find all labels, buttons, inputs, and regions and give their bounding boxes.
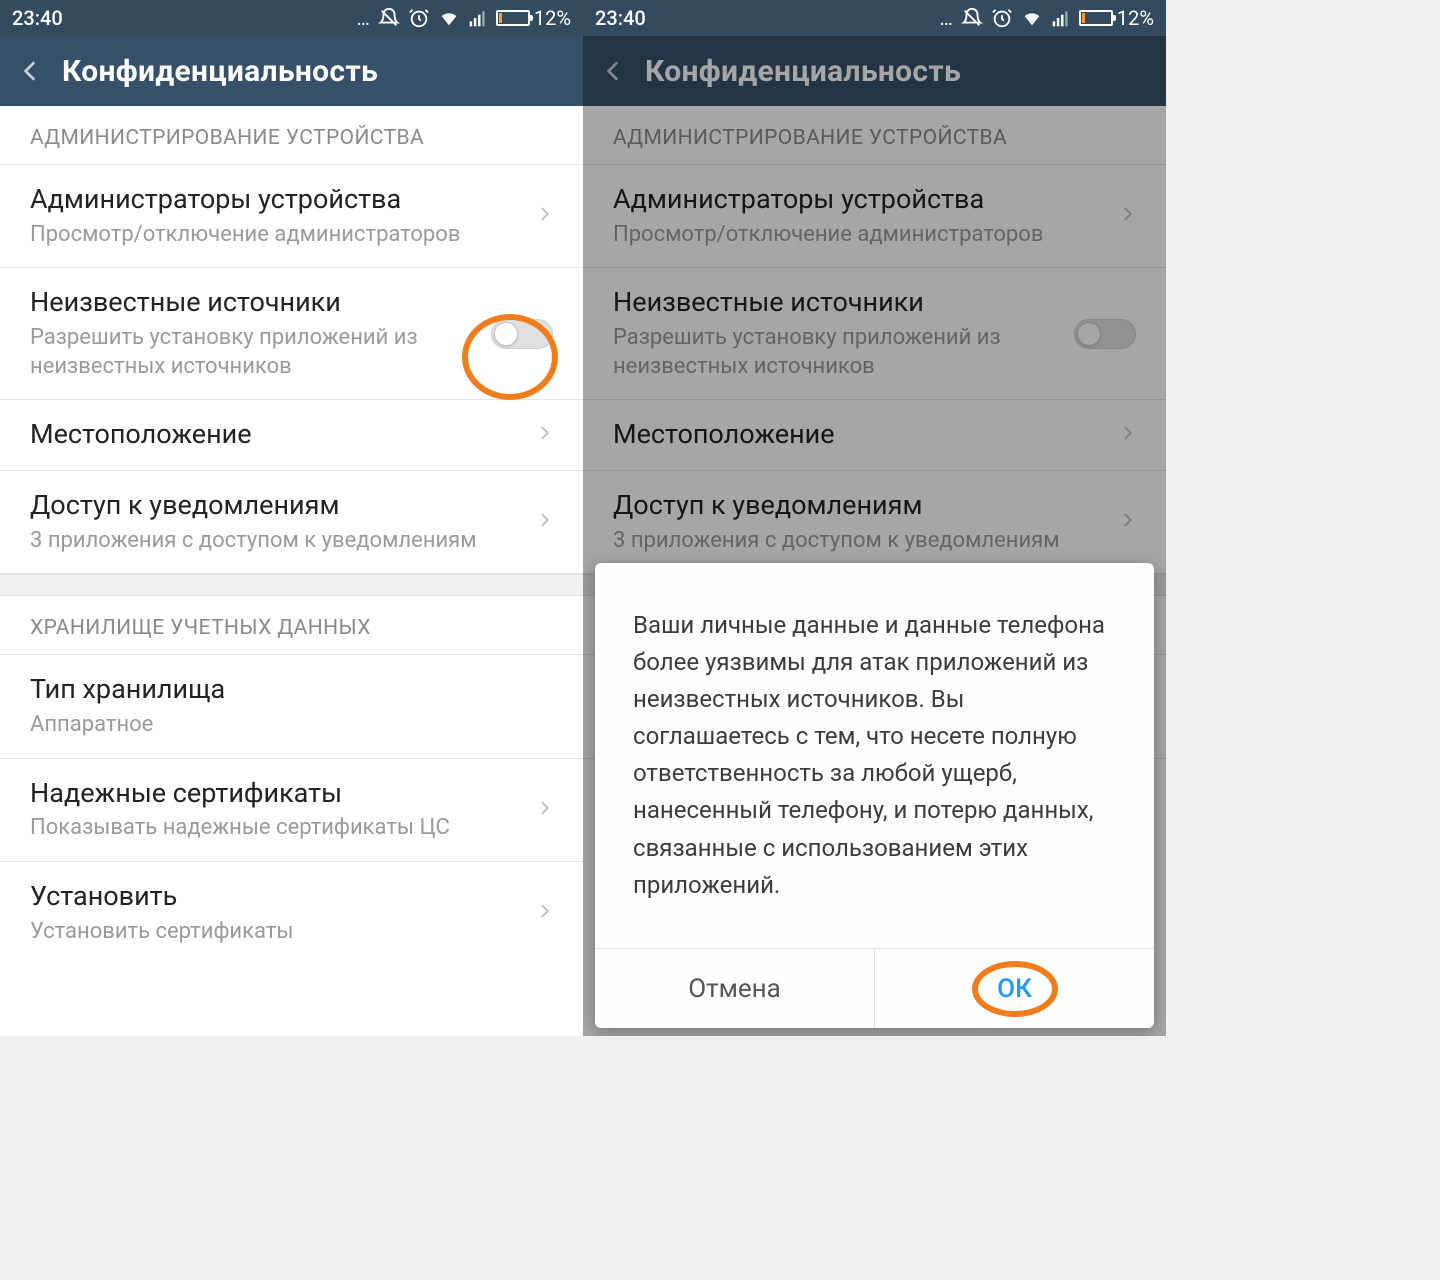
row-sub: Разрешить установку приложений из неизве… bbox=[30, 324, 477, 381]
battery: 12% bbox=[1079, 6, 1154, 30]
row-title: Неизвестные источники bbox=[30, 286, 477, 320]
screen-right: 23:40 … 12% Конфиденциальность АДМИНИСТР… bbox=[583, 0, 1166, 1036]
row-unknown-sources[interactable]: Неизвестные источники Разрешить установк… bbox=[0, 268, 583, 400]
dnd-icon bbox=[961, 7, 983, 29]
row-title: Установить bbox=[30, 880, 521, 914]
wifi-icon bbox=[1021, 7, 1043, 29]
battery-pct: 12% bbox=[1117, 6, 1154, 30]
page-title: Конфиденциальность bbox=[62, 54, 378, 89]
dialog-text: Ваши личные данные и данные телефона бол… bbox=[595, 563, 1154, 949]
signal-icon bbox=[468, 8, 488, 28]
row-notif-access[interactable]: Доступ к уведомлениям 3 приложения с дос… bbox=[0, 471, 583, 574]
chevron-right-icon bbox=[535, 794, 553, 826]
appbar: Конфиденциальность bbox=[0, 36, 583, 106]
row-sub: Установить сертификаты bbox=[30, 918, 521, 947]
status-icons: … 12% bbox=[356, 6, 571, 30]
alarm-icon bbox=[408, 7, 430, 29]
chevron-right-icon bbox=[535, 200, 553, 232]
signal-icon bbox=[1051, 8, 1071, 28]
ok-button[interactable]: ОК bbox=[874, 949, 1154, 1028]
alarm-icon bbox=[991, 7, 1013, 29]
row-install-certs[interactable]: Установить Установить сертификаты bbox=[0, 862, 583, 964]
statusbar: 23:40 … 12% bbox=[0, 0, 583, 36]
chevron-right-icon bbox=[535, 897, 553, 929]
screen-left: 23:40 … 12% Конфиденциальность АДМИНИСТР… bbox=[0, 0, 583, 1036]
wifi-icon bbox=[438, 7, 460, 29]
more-icon: … bbox=[356, 6, 369, 30]
status-time: 23:40 bbox=[595, 6, 646, 30]
row-sub: Просмотр/отключение администраторов bbox=[30, 221, 521, 250]
row-device-admins[interactable]: Администраторы устройства Просмотр/отклю… bbox=[0, 165, 583, 268]
status-icons: … 12% bbox=[939, 6, 1154, 30]
row-title: Доступ к уведомлениям bbox=[30, 489, 521, 523]
row-title: Местоположение bbox=[30, 418, 521, 452]
cancel-button[interactable]: Отмена bbox=[595, 949, 874, 1028]
row-storage-type[interactable]: Тип хранилища Аппаратное bbox=[0, 655, 583, 758]
row-sub: Показывать надежные сертификаты ЦС bbox=[30, 814, 521, 843]
section-header-admin: АДМИНИСТРИРОВАНИЕ УСТРОЙСТВА bbox=[0, 106, 583, 165]
chevron-right-icon bbox=[535, 506, 553, 538]
battery: 12% bbox=[496, 6, 571, 30]
row-title: Тип хранилища bbox=[30, 673, 553, 707]
back-icon[interactable] bbox=[18, 58, 44, 84]
more-icon: … bbox=[939, 6, 952, 30]
section-header-storage: ХРАНИЛИЩЕ УЧЕТНЫХ ДАННЫХ bbox=[0, 596, 583, 655]
battery-pct: 12% bbox=[534, 6, 571, 30]
row-sub: Аппаратное bbox=[30, 711, 553, 740]
dnd-icon bbox=[378, 7, 400, 29]
chevron-right-icon bbox=[535, 419, 553, 451]
row-title: Администраторы устройства bbox=[30, 183, 521, 217]
section-gap bbox=[0, 574, 583, 596]
row-location[interactable]: Местоположение bbox=[0, 400, 583, 471]
toggle-unknown-sources[interactable] bbox=[491, 319, 553, 349]
status-time: 23:40 bbox=[12, 6, 63, 30]
row-sub: 3 приложения с доступом к уведомлениям bbox=[30, 527, 521, 556]
dialog-unknown-sources: Ваши личные данные и данные телефона бол… bbox=[595, 563, 1154, 1029]
row-title: Надежные сертификаты bbox=[30, 777, 521, 811]
row-trusted-certs[interactable]: Надежные сертификаты Показывать надежные… bbox=[0, 759, 583, 862]
statusbar: 23:40 … 12% bbox=[583, 0, 1166, 36]
